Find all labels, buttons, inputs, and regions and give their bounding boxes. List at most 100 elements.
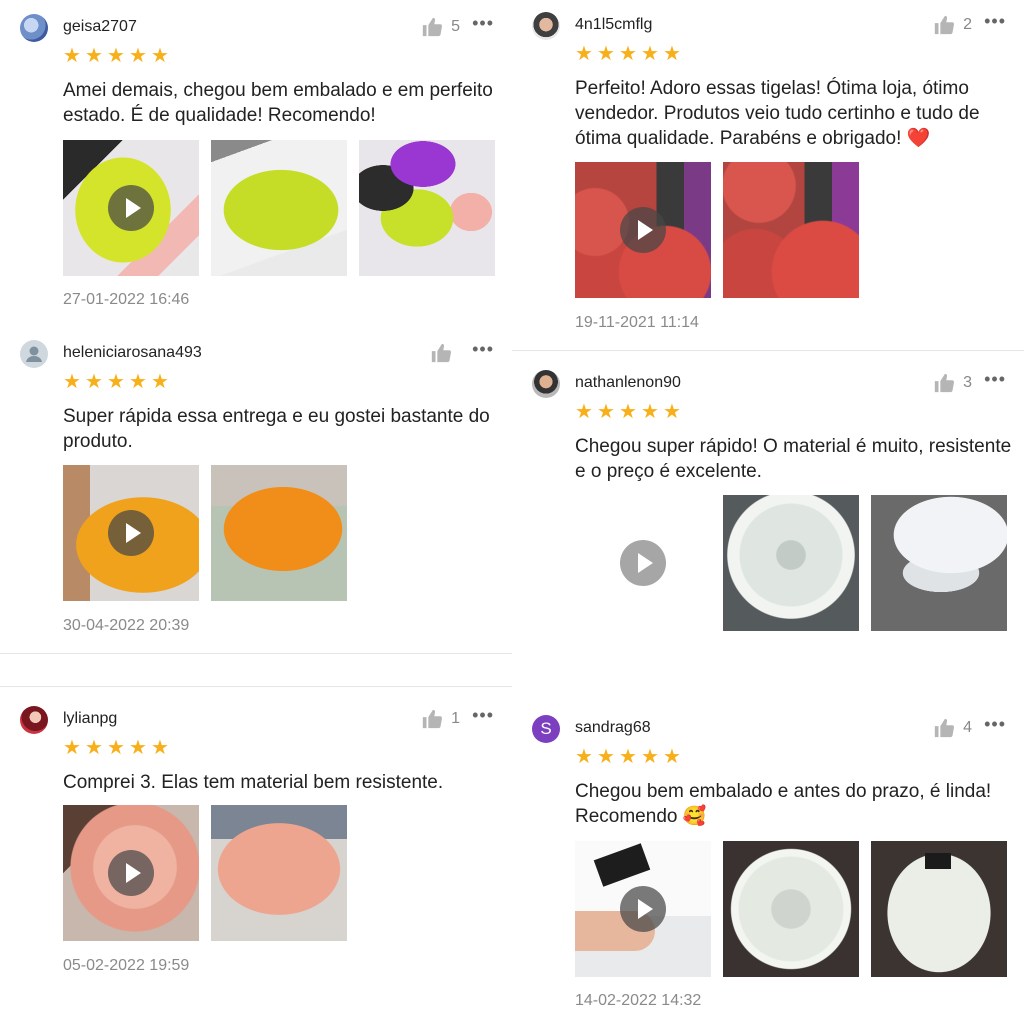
more-options-icon[interactable]: ••• [472, 340, 494, 358]
like-button[interactable]: 1 [421, 708, 460, 730]
play-icon [620, 207, 666, 253]
star-icon: ★ [663, 746, 681, 768]
review-date: 30-04-2022 20:39 [63, 617, 190, 634]
star-icon: ★ [575, 43, 593, 65]
review-text: Amei demais, chegou bem embalado e em pe… [63, 80, 493, 126]
media-row [575, 841, 1007, 977]
white-video-thumbnail[interactable] [575, 495, 711, 631]
star-icon: ★ [107, 45, 125, 67]
sticker-label [593, 843, 651, 887]
star-icon: ★ [597, 43, 615, 65]
media-row [575, 162, 859, 298]
star-icon: ★ [129, 737, 147, 759]
user-photo-avatar[interactable] [20, 14, 48, 42]
media-row [575, 495, 1007, 631]
username[interactable]: sandrag68 [575, 719, 651, 737]
default-user-avatar[interactable] [20, 340, 48, 368]
like-count: 3 [963, 374, 972, 391]
star-icon: ★ [63, 45, 81, 67]
review-text: Comprei 3. Elas tem material bem resiste… [63, 772, 444, 793]
star-icon: ★ [619, 43, 637, 65]
media-row [63, 805, 347, 941]
like-button[interactable]: 4 [933, 717, 972, 739]
username[interactable]: nathanlenon90 [575, 374, 681, 392]
star-icon: ★ [63, 737, 81, 759]
play-icon [108, 185, 154, 231]
pink-bowl-video-thumbnail[interactable] [63, 805, 199, 941]
left-column: geisa2707 5 ••• ★ ★ ★ ★ ★ Amei demais, chego… [0, 0, 512, 1024]
media-row [63, 465, 347, 601]
play-icon [108, 510, 154, 556]
review-text: Perfeito! Adoro essas tigelas! Ótima loj… [575, 78, 980, 149]
username[interactable]: 4n1l5cmflg [575, 16, 652, 34]
user-photo-avatar[interactable] [532, 370, 560, 398]
play-icon [108, 850, 154, 896]
star-icon: ★ [575, 746, 593, 768]
white-bowl-bottom-photo[interactable] [871, 841, 1007, 977]
review-text: Chegou bem embalado e antes do prazo, é … [575, 781, 992, 827]
thumbs-up-icon [431, 343, 452, 363]
pink-bowl-photo[interactable] [211, 805, 347, 941]
letter-avatar[interactable]: S [532, 715, 560, 743]
divider [512, 350, 1024, 351]
like-button[interactable] [430, 342, 460, 364]
star-rating: ★ ★ ★ ★ ★ [574, 747, 682, 767]
star-icon: ★ [107, 371, 125, 393]
white-bowl-top-photo[interactable] [723, 841, 859, 977]
review-text: Super rápida essa entrega e eu gostei ba… [63, 406, 490, 452]
review-date: 05-02-2022 19:59 [63, 957, 190, 974]
divider [0, 686, 512, 687]
star-icon: ★ [129, 371, 147, 393]
more-options-icon[interactable]: ••• [472, 14, 494, 32]
lime-bowl-video-thumbnail[interactable] [63, 140, 199, 276]
username[interactable]: heleniciarosana493 [63, 344, 202, 362]
lime-bowl-photo[interactable] [211, 140, 347, 276]
review-text: Chegou super rápido! O material é muito,… [575, 436, 1012, 482]
divider [0, 653, 512, 654]
red-bowls-video-thumbnail[interactable] [575, 162, 711, 298]
like-count: 4 [963, 719, 972, 736]
star-icon: ★ [85, 45, 103, 67]
star-icon: ★ [663, 43, 681, 65]
star-icon: ★ [107, 737, 125, 759]
like-count: 2 [963, 16, 972, 33]
star-icon: ★ [619, 401, 637, 423]
orange-bowl-video-thumbnail[interactable] [63, 465, 199, 601]
sticker-label [925, 853, 951, 869]
like-button[interactable]: 3 [933, 372, 972, 394]
more-options-icon[interactable]: ••• [984, 370, 1006, 388]
star-icon: ★ [597, 746, 615, 768]
star-rating: ★ ★ ★ ★ ★ [62, 372, 170, 392]
white-bowl-video-thumbnail[interactable] [575, 841, 711, 977]
star-icon: ★ [151, 45, 169, 67]
review-date: 27-01-2022 16:46 [63, 291, 190, 308]
more-options-icon[interactable]: ••• [984, 12, 1006, 30]
user-photo-avatar[interactable] [20, 706, 48, 734]
star-icon: ★ [63, 371, 81, 393]
star-rating: ★ ★ ★ ★ ★ [574, 44, 682, 64]
star-icon: ★ [663, 401, 681, 423]
white-bowl-side-photo[interactable] [871, 495, 1007, 631]
user-photo-avatar[interactable] [532, 12, 560, 40]
like-button[interactable]: 5 [421, 16, 460, 38]
more-options-icon[interactable]: ••• [984, 715, 1006, 733]
thumbs-up-icon [934, 15, 955, 35]
username[interactable]: lylianpg [63, 710, 117, 728]
star-icon: ★ [85, 371, 103, 393]
orange-bowl-photo[interactable] [211, 465, 347, 601]
white-bowl-inside-photo[interactable] [723, 495, 859, 631]
star-icon: ★ [151, 371, 169, 393]
like-button[interactable]: 2 [933, 14, 972, 36]
review-date: 19-11-2021 11:14 [575, 314, 699, 331]
star-rating: ★ ★ ★ ★ ★ [62, 46, 170, 66]
red-bowls-photo[interactable] [723, 162, 859, 298]
star-rating: ★ ★ ★ ★ ★ [62, 738, 170, 758]
right-column: 4n1l5cmflg 2 ••• ★ ★ ★ ★ ★ Perfeito! Adoro e… [512, 0, 1024, 1024]
star-icon: ★ [575, 401, 593, 423]
thumbs-up-icon [934, 718, 955, 738]
colored-bowls-photo[interactable] [359, 140, 495, 276]
star-icon: ★ [129, 45, 147, 67]
username[interactable]: geisa2707 [63, 18, 137, 36]
more-options-icon[interactable]: ••• [472, 706, 494, 724]
thumbs-up-icon [422, 709, 443, 729]
